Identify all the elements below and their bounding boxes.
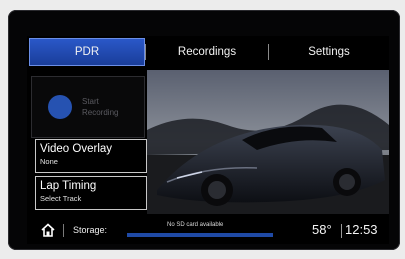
temperature-readout: 58° (312, 222, 332, 237)
tab-pdr[interactable]: PDR (29, 38, 145, 66)
status-divider (63, 224, 64, 237)
start-recording-button[interactable]: Start Recording (31, 76, 145, 138)
storage-bar (127, 233, 273, 237)
lap-timing-button[interactable]: Lap Timing Select Track (35, 176, 147, 210)
tab-recordings[interactable]: Recordings (146, 38, 268, 66)
status-divider (341, 224, 342, 238)
record-label-line2: Recording (82, 108, 119, 117)
home-icon[interactable] (41, 223, 55, 237)
tab-settings[interactable]: Settings (269, 38, 389, 66)
tab-bar: PDR Recordings Settings (27, 36, 389, 68)
video-overlay-button[interactable]: Video Overlay None (35, 139, 147, 173)
sd-card-message: No SD card available (167, 222, 224, 228)
video-overlay-title: Video Overlay (40, 143, 113, 155)
status-bar: Storage: No SD card available 58° 12:53 (27, 216, 389, 244)
record-label-line1: Start (82, 97, 99, 106)
record-icon (48, 95, 72, 119)
clock: 12:53 (345, 222, 378, 237)
infotainment-screen: PDR Recordings Settings Start Recording … (27, 36, 389, 244)
lap-timing-title: Lap Timing (40, 180, 97, 192)
video-overlay-value: None (40, 157, 58, 166)
record-label: Start Recording (82, 96, 118, 118)
car-image (147, 70, 389, 214)
corvette-illustration (147, 70, 389, 214)
lap-timing-value: Select Track (40, 194, 82, 203)
storage-label: Storage: (73, 225, 108, 235)
